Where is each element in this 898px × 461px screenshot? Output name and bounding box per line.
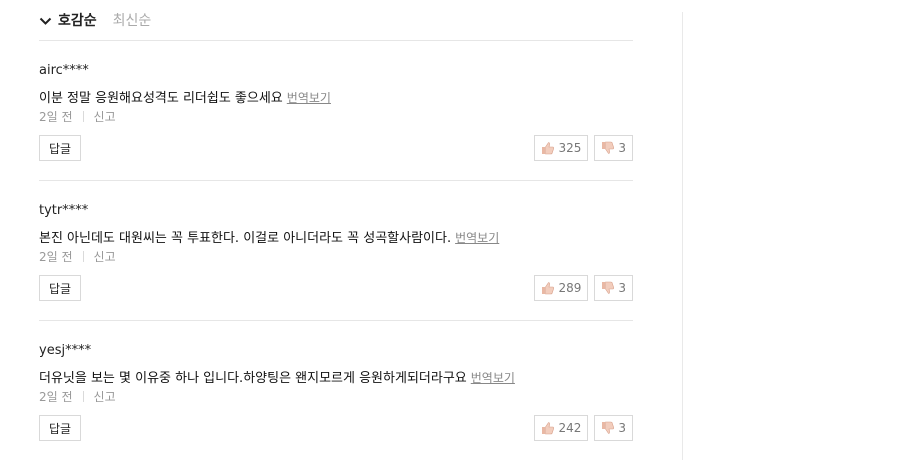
report-link[interactable]: 신고 (94, 248, 116, 265)
comment-meta: 2일 전 신고 (39, 108, 116, 125)
comment-date: 2일 전 (39, 250, 73, 264)
comment-item: yesj**** 더유닛을 보는 몇 이유중 하나 입니다.하양팅은 왠지모르게… (39, 321, 633, 461)
sort-by-likes[interactable]: 호감순 (39, 10, 97, 30)
comment-date: 2일 전 (39, 110, 73, 124)
translate-link[interactable]: 번역보기 (287, 91, 331, 105)
comment-username: airc**** (39, 63, 89, 78)
meta-divider (82, 391, 84, 402)
thumbs-down-icon (602, 281, 615, 294)
translate-link[interactable]: 번역보기 (455, 231, 499, 245)
comment-username: tytr**** (39, 203, 89, 218)
dislike-count: 3 (618, 141, 626, 155)
like-count: 242 (558, 421, 582, 435)
comment-item: airc**** 이분 정말 응원해요성격도 리더쉽도 좋으세요 번역보기 2일 … (39, 41, 633, 181)
comment-meta: 2일 전 신고 (39, 388, 116, 405)
report-link[interactable]: 신고 (94, 388, 116, 405)
thumbs-down-icon (602, 141, 615, 154)
thumbs-up-icon (542, 422, 555, 435)
check-icon (39, 17, 52, 25)
comment-text: 이분 정말 응원해요성격도 리더쉽도 좋으세요 (39, 91, 283, 106)
vote-buttons: 325 3 (534, 135, 633, 161)
vote-buttons: 242 3 (534, 415, 633, 441)
like-button[interactable]: 325 (534, 135, 589, 161)
translate-link[interactable]: 번역보기 (471, 371, 515, 385)
comment-username: yesj**** (39, 343, 92, 358)
reply-button[interactable]: 답글 (39, 275, 82, 301)
dislike-count: 3 (618, 421, 626, 435)
sort-active-label: 호감순 (58, 13, 97, 29)
dislike-button[interactable]: 3 (594, 275, 633, 301)
dislike-button[interactable]: 3 (594, 415, 633, 441)
comment-text: 더유닛을 보는 몇 이유중 하나 입니다.하양팅은 왠지모르게 응원하게되더라구… (39, 371, 467, 386)
thumbs-up-icon (542, 282, 555, 295)
comment-meta: 2일 전 신고 (39, 248, 116, 265)
column-divider (682, 12, 683, 460)
comment-date: 2일 전 (39, 390, 73, 404)
dislike-button[interactable]: 3 (594, 135, 633, 161)
report-link[interactable]: 신고 (94, 108, 116, 125)
comment-text: 본진 아닌데도 대원씨는 꼭 투표한다. 이걸로 아니더라도 꼭 성곡할사람이다… (39, 231, 452, 246)
comment-text-row: 본진 아닌데도 대원씨는 꼭 투표한다. 이걸로 아니더라도 꼭 성곡할사람이다… (39, 227, 499, 246)
sort-bar: 호감순 최신순 (39, 0, 633, 41)
reply-button[interactable]: 답글 (39, 415, 82, 441)
sort-by-latest[interactable]: 최신순 (113, 10, 152, 30)
dislike-count: 3 (618, 281, 626, 295)
meta-divider (82, 111, 84, 122)
comment-section: 호감순 최신순 airc**** 이분 정말 응원해요성격도 리더쉽도 좋으세요… (39, 0, 633, 461)
comment-text-row: 이분 정말 응원해요성격도 리더쉽도 좋으세요 번역보기 (39, 87, 331, 106)
like-button[interactable]: 242 (534, 415, 589, 441)
comment-item: tytr**** 본진 아닌데도 대원씨는 꼭 투표한다. 이걸로 아니더라도 … (39, 181, 633, 321)
like-count: 289 (558, 281, 582, 295)
thumbs-down-icon (602, 421, 615, 434)
meta-divider (82, 251, 84, 262)
like-button[interactable]: 289 (534, 275, 589, 301)
thumbs-up-icon (542, 142, 555, 155)
comment-text-row: 더유닛을 보는 몇 이유중 하나 입니다.하양팅은 왠지모르게 응원하게되더라구… (39, 367, 515, 386)
like-count: 325 (558, 141, 582, 155)
vote-buttons: 289 3 (534, 275, 633, 301)
reply-button[interactable]: 답글 (39, 135, 82, 161)
